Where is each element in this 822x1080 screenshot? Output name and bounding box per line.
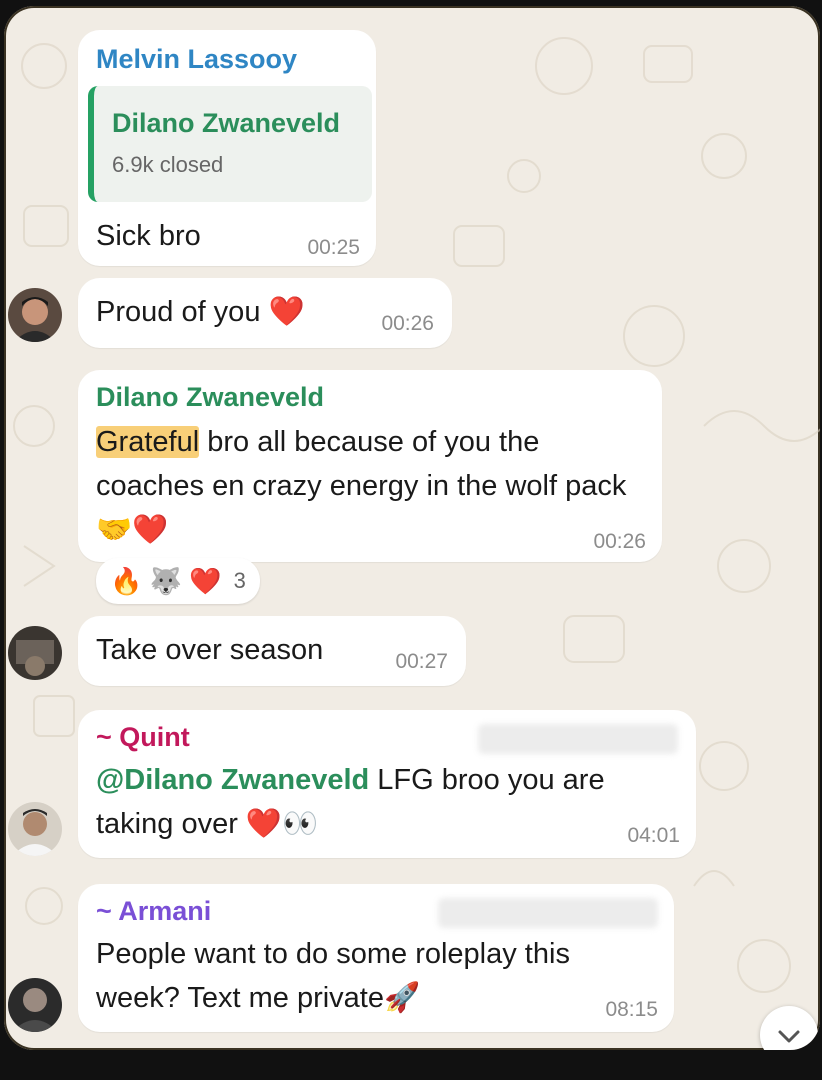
message-bubble[interactable]: ~ Quint @Dilano Zwaneveld LFG broo you a… (78, 710, 696, 858)
redacted-phone-number (478, 724, 678, 754)
reactions-bar[interactable]: 🔥 🐺 ❤️ 3 (96, 558, 260, 604)
message-time: 00:25 (307, 236, 360, 259)
message-text: People want to do some roleplay this wee… (96, 938, 570, 1014)
chat-window[interactable]: Melvin Lassooy Dilano Zwaneveld 6.9k clo… (4, 6, 820, 1050)
message-bubble[interactable]: Proud of you ❤️ 00:26 (78, 278, 452, 348)
avatar[interactable] (8, 978, 62, 1032)
avatar[interactable] (8, 288, 62, 342)
message-bubble[interactable]: Melvin Lassooy Dilano Zwaneveld 6.9k clo… (78, 30, 376, 266)
user-avatar-photo (8, 626, 62, 680)
message-text: Proud of you ❤️ (96, 296, 305, 328)
message-bubble[interactable]: Take over season 00:27 (78, 616, 466, 686)
message-text: Sick bro (96, 220, 201, 252)
quote-author: Dilano Zwaneveld (112, 108, 341, 138)
quote-text: 6.9k closed (112, 152, 224, 177)
avatar[interactable] (8, 802, 62, 856)
message-text: Grateful bro all because of you the coac… (96, 420, 646, 552)
message-bubble[interactable]: Dilano Zwaneveld Grateful bro all becaus… (78, 370, 662, 562)
user-avatar-photo (8, 802, 62, 856)
message-time: 00:26 (593, 530, 646, 553)
message-time: 00:26 (381, 312, 434, 335)
message-time: 04:01 (627, 824, 680, 847)
message-text: @Dilano Zwaneveld LFG broo you are takin… (96, 758, 676, 846)
sender-name[interactable]: ~ Armani (96, 896, 211, 927)
user-avatar-photo (8, 978, 62, 1032)
message-bubble[interactable]: ~ Armani People want to do some roleplay… (78, 884, 674, 1032)
highlighted-word: Grateful (96, 426, 200, 458)
avatar[interactable] (8, 626, 62, 680)
scroll-to-bottom-button[interactable] (760, 1006, 818, 1050)
quoted-message[interactable]: Dilano Zwaneveld 6.9k closed (88, 86, 372, 202)
mention[interactable]: @Dilano Zwaneveld (96, 764, 369, 796)
sender-name[interactable]: Dilano Zwaneveld (96, 382, 324, 413)
message-text: Take over season (96, 634, 324, 666)
message-time: 08:15 (605, 998, 658, 1021)
chevron-down-icon (778, 1030, 800, 1043)
reaction-count: 3 (233, 568, 246, 593)
redacted-phone-number (438, 898, 658, 928)
sender-name[interactable]: Melvin Lassooy (96, 44, 297, 75)
user-avatar-photo (8, 288, 62, 342)
message-time: 00:27 (395, 650, 448, 673)
reaction-emojis: 🔥 🐺 ❤️ (110, 565, 222, 596)
sender-name[interactable]: ~ Quint (96, 722, 190, 753)
